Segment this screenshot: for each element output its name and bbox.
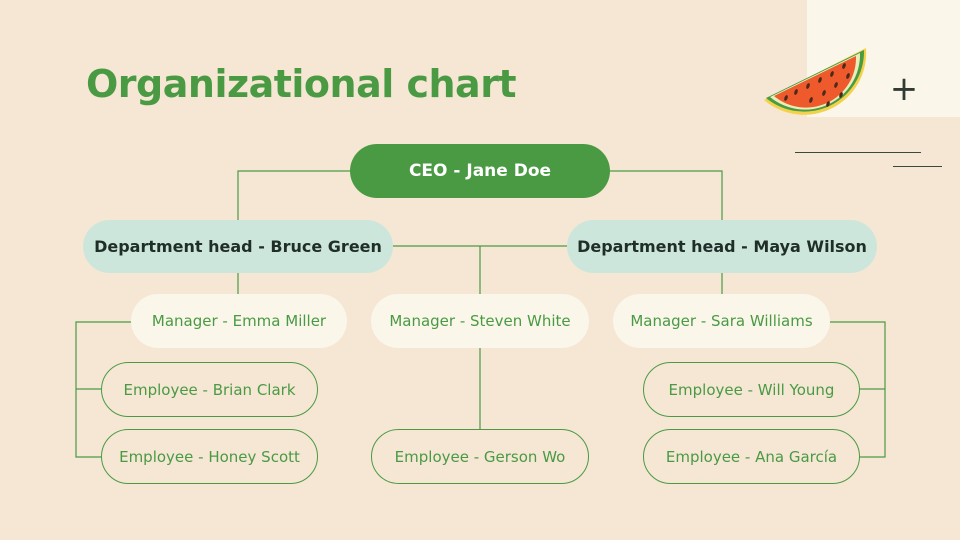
ceo-node: CEO - Jane Doe — [350, 144, 610, 198]
employee-node-brian-clark: Employee - Brian Clark — [101, 362, 318, 417]
manager-node-emma-miller: Manager - Emma Miller — [131, 294, 347, 348]
employee-node-gerson-wo: Employee - Gerson Wo — [371, 429, 589, 484]
manager-node-sara-williams: Manager - Sara Williams — [613, 294, 830, 348]
employee-node-ana-garcia: Employee - Ana García — [643, 429, 860, 484]
department-head-node-bruce-green: Department head - Bruce Green — [83, 220, 393, 273]
department-head-node-maya-wilson: Department head - Maya Wilson — [567, 220, 877, 273]
employee-node-will-young: Employee - Will Young — [643, 362, 860, 417]
employee-node-honey-scott: Employee - Honey Scott — [101, 429, 318, 484]
manager-node-steven-white: Manager - Steven White — [371, 294, 589, 348]
